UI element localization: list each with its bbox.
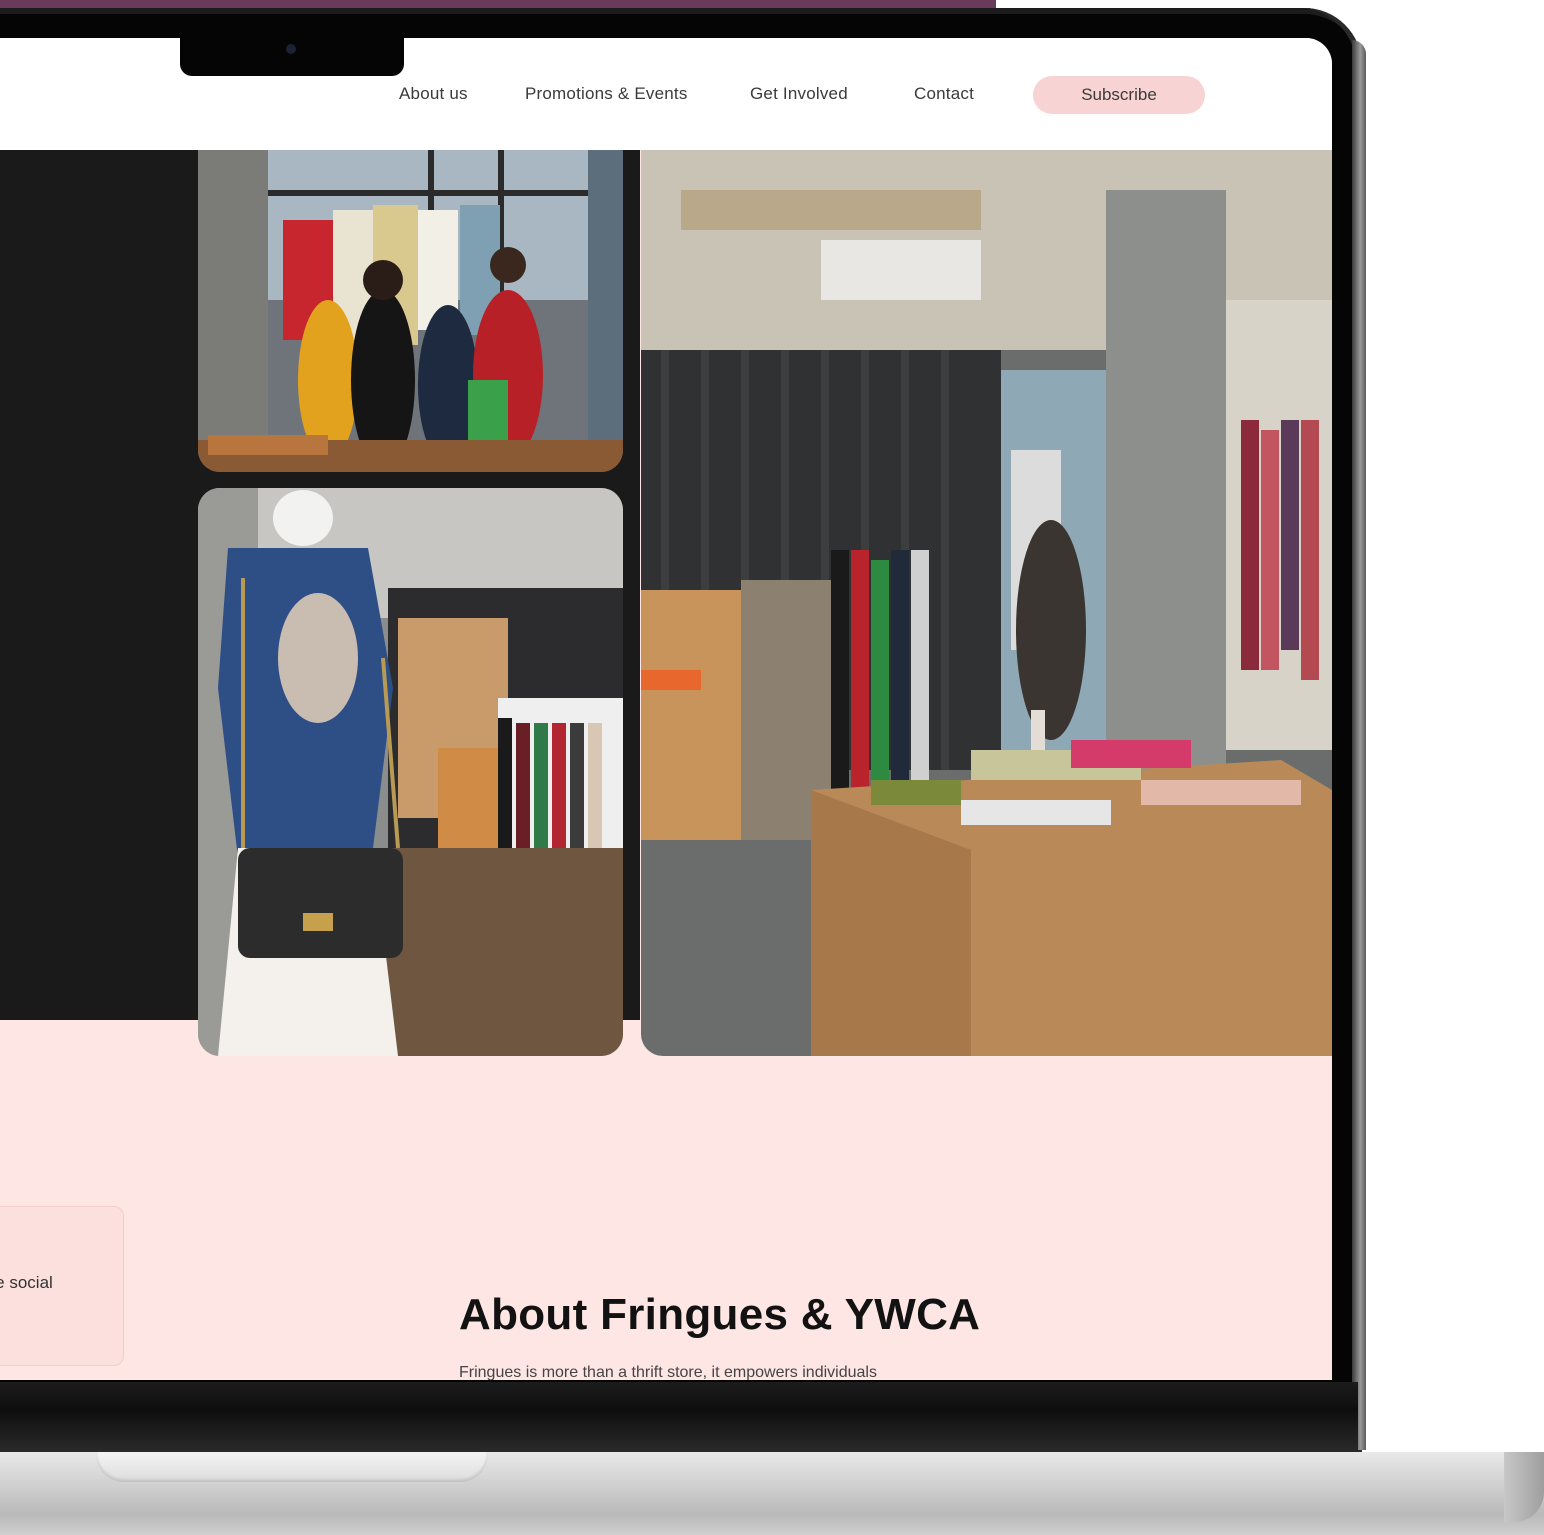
- subscribe-button[interactable]: Subscribe: [1033, 76, 1205, 114]
- nav-about-us[interactable]: About us: [399, 84, 468, 104]
- nav-get-involved[interactable]: Get Involved: [750, 84, 848, 104]
- info-card-text: ate social: [0, 1273, 53, 1292]
- laptop-bezel-edge: [1352, 40, 1366, 1450]
- about-heading: About Fringues & YWCA: [459, 1290, 981, 1339]
- nav-contact[interactable]: Contact: [914, 84, 974, 104]
- camera-icon: [286, 44, 296, 54]
- about-body-text: Fringues is more than a thrift store, it…: [459, 1364, 877, 1380]
- laptop-screen: About us Promotions & Events Get Involve…: [0, 38, 1332, 1380]
- laptop-thumb-notch: [96, 1452, 488, 1482]
- info-card: ate social: [0, 1206, 124, 1366]
- nav-promotions-events[interactable]: Promotions & Events: [525, 84, 688, 104]
- photo-shoppers-racks: [198, 150, 623, 472]
- photo-store-interior: [641, 150, 1332, 1056]
- laptop-chin: [0, 1382, 1358, 1452]
- photo-mannequin-denim: [198, 488, 623, 1056]
- camera-notch: [180, 36, 404, 76]
